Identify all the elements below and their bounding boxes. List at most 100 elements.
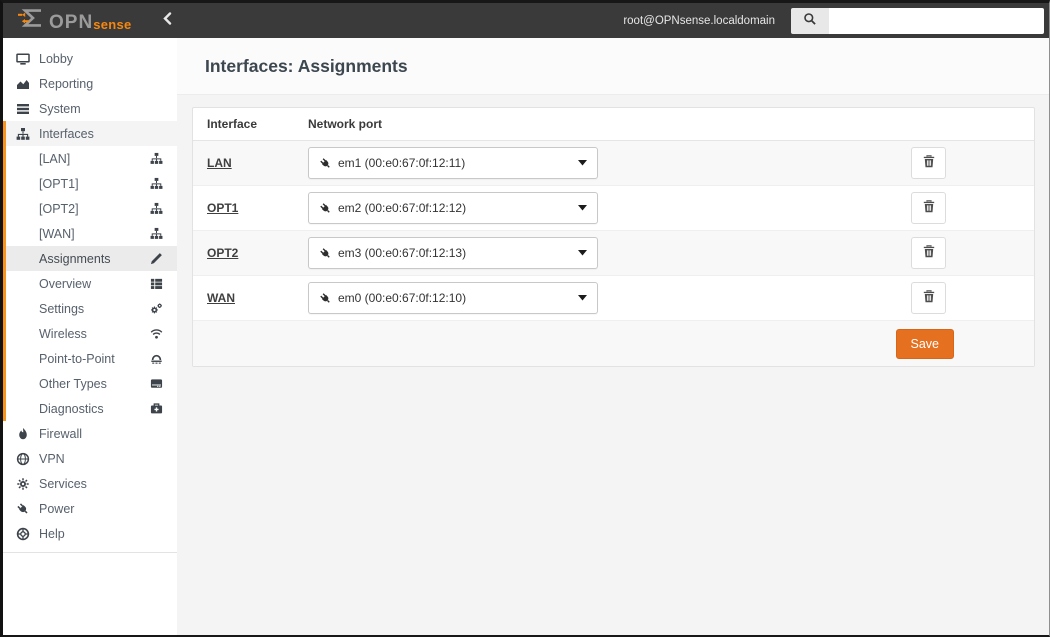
- chevron-left-icon: [162, 11, 173, 30]
- table-row: WAN em0 (00:e0:67:0f:12:10): [193, 276, 1034, 321]
- area-chart-icon: [14, 77, 31, 91]
- delete-interface-button[interactable]: [911, 147, 946, 179]
- trash-icon: [923, 155, 935, 171]
- trash-icon: [923, 245, 935, 261]
- save-button[interactable]: Save: [895, 328, 954, 359]
- trash-icon: [923, 290, 935, 306]
- sidebar-item-other-types[interactable]: Other Types: [6, 371, 177, 396]
- sidebar-item-label: [LAN]: [39, 151, 71, 166]
- modem-icon: [148, 352, 165, 365]
- sidebar-item-help[interactable]: Help: [3, 521, 177, 546]
- sidebar-item-interfaces[interactable]: Interfaces: [6, 121, 177, 146]
- sidebar-item-opt2[interactable]: [OPT2]: [6, 196, 177, 221]
- hdd-icon: [148, 377, 165, 390]
- sidebar-item-point-to-point[interactable]: Point-to-Point: [6, 346, 177, 371]
- desktop-icon: [14, 52, 31, 66]
- trash-icon: [923, 200, 935, 216]
- sidebar-item-vpn[interactable]: VPN: [3, 446, 177, 471]
- column-header-network-port: Network port: [308, 117, 383, 131]
- sidebar-item-reporting[interactable]: Reporting: [3, 71, 177, 96]
- sidebar-item-label: Interfaces: [39, 126, 94, 141]
- sidebar-item-lan[interactable]: [LAN]: [6, 146, 177, 171]
- caret-down-icon: [578, 205, 587, 211]
- network-port-select-opt2[interactable]: em3 (00:e0:67:0f:12:13): [308, 237, 598, 269]
- sitemap-icon: [148, 227, 165, 240]
- network-port-select-lan[interactable]: em1 (00:e0:67:0f:12:11): [308, 147, 598, 179]
- opnsense-window: OPN sense root@OPNsense.localdomain Lobb…: [0, 0, 1050, 637]
- logo-text-sense: sense: [93, 17, 132, 32]
- plug-icon: [319, 157, 332, 170]
- selected-port-label: em3 (00:e0:67:0f:12:13): [338, 246, 467, 260]
- sitemap-icon: [14, 127, 31, 141]
- sidebar-item-firewall[interactable]: Firewall: [3, 421, 177, 446]
- sidebar-item-lobby[interactable]: Lobby: [3, 46, 177, 71]
- sidebar-item-diagnostics[interactable]: Diagnostics: [6, 396, 177, 421]
- table-header-row: Interface Network port: [193, 108, 1034, 141]
- selected-port-label: em1 (00:e0:67:0f:12:11): [338, 156, 466, 170]
- assignments-panel: Interface Network port LAN em1 (00:e0:67…: [192, 107, 1035, 367]
- sidebar-collapse-button[interactable]: [162, 11, 173, 30]
- sidebar-item-assignments[interactable]: Assignments: [6, 246, 177, 271]
- network-port-select-wan[interactable]: em0 (00:e0:67:0f:12:10): [308, 282, 598, 314]
- page-title: Interfaces: Assignments: [205, 55, 408, 76]
- delete-interface-button[interactable]: [911, 282, 946, 314]
- sidebar-item-label: Assignments: [39, 251, 111, 266]
- delete-interface-button[interactable]: [911, 192, 946, 224]
- sidebar-item-label: Settings: [39, 301, 85, 316]
- search-button[interactable]: [791, 7, 829, 34]
- plug-icon: [14, 502, 31, 516]
- sidebar-item-opt1[interactable]: [OPT1]: [6, 171, 177, 196]
- sitemap-icon: [148, 152, 165, 165]
- sidebar-item-label: Overview: [39, 276, 92, 291]
- selected-port-label: em0 (00:e0:67:0f:12:10): [338, 291, 467, 305]
- list-alt-icon: [148, 277, 165, 290]
- table-footer-row: Save: [193, 321, 1034, 366]
- sidebar-item-wan[interactable]: [WAN]: [6, 221, 177, 246]
- plug-icon: [319, 247, 332, 260]
- plug-icon: [319, 202, 332, 215]
- table-row: LAN em1 (00:e0:67:0f:12:11): [193, 141, 1034, 186]
- opnsense-logo[interactable]: OPN sense: [17, 8, 132, 33]
- gear-icon: [14, 477, 31, 491]
- table-row: OPT1 em2 (00:e0:67:0f:12:12): [193, 186, 1034, 231]
- sidebar-item-label: [WAN]: [39, 226, 75, 241]
- caret-down-icon: [578, 250, 587, 256]
- selected-port-label: em2 (00:e0:67:0f:12:12): [338, 201, 467, 215]
- wifi-icon: [148, 327, 165, 340]
- caret-down-icon: [578, 160, 587, 166]
- search-input[interactable]: [829, 7, 1044, 34]
- sidebar-item-label: Lobby: [39, 51, 74, 66]
- sidebar-item-power[interactable]: Power: [3, 496, 177, 521]
- interface-link-lan[interactable]: LAN: [207, 156, 232, 170]
- interface-link-wan[interactable]: WAN: [207, 291, 235, 305]
- sidebar-item-label: VPN: [39, 451, 65, 466]
- sitemap-icon: [148, 177, 165, 190]
- sidebar-item-services[interactable]: Services: [3, 471, 177, 496]
- opnsense-logo-icon: [17, 8, 43, 33]
- table-row: OPT2 em3 (00:e0:67:0f:12:13): [193, 231, 1034, 276]
- sitemap-icon: [148, 202, 165, 215]
- logo-text-opn: OPN: [49, 12, 94, 33]
- sidebar-item-label: Power: [39, 501, 75, 516]
- sidebar-item-wireless[interactable]: Wireless: [6, 321, 177, 346]
- search-icon: [803, 12, 817, 29]
- sidebar-section-interfaces: Interfaces [LAN] [OPT1] [OPT2] [WAN] Ass…: [3, 121, 177, 421]
- caret-down-icon: [578, 295, 587, 301]
- network-port-select-opt1[interactable]: em2 (00:e0:67:0f:12:12): [308, 192, 598, 224]
- sidebar-item-system[interactable]: System: [3, 96, 177, 121]
- delete-interface-button[interactable]: [911, 237, 946, 269]
- top-bar: OPN sense root@OPNsense.localdomain: [3, 3, 1049, 38]
- sidebar-item-label: [OPT1]: [39, 176, 79, 191]
- interface-link-opt2[interactable]: OPT2: [207, 246, 238, 260]
- medkit-icon: [148, 402, 165, 415]
- sidebar-item-label: System: [39, 101, 81, 116]
- life-ring-icon: [14, 527, 31, 541]
- sidebar-item-overview[interactable]: Overview: [6, 271, 177, 296]
- globe-icon: [14, 452, 31, 466]
- sidebar-item-label: Diagnostics: [39, 401, 104, 416]
- sidebar-item-settings[interactable]: Settings: [6, 296, 177, 321]
- sidebar-item-label: [OPT2]: [39, 201, 79, 216]
- logged-in-user: root@OPNsense.localdomain: [623, 14, 775, 27]
- interface-link-opt1[interactable]: OPT1: [207, 201, 238, 215]
- column-header-interface: Interface: [207, 117, 258, 131]
